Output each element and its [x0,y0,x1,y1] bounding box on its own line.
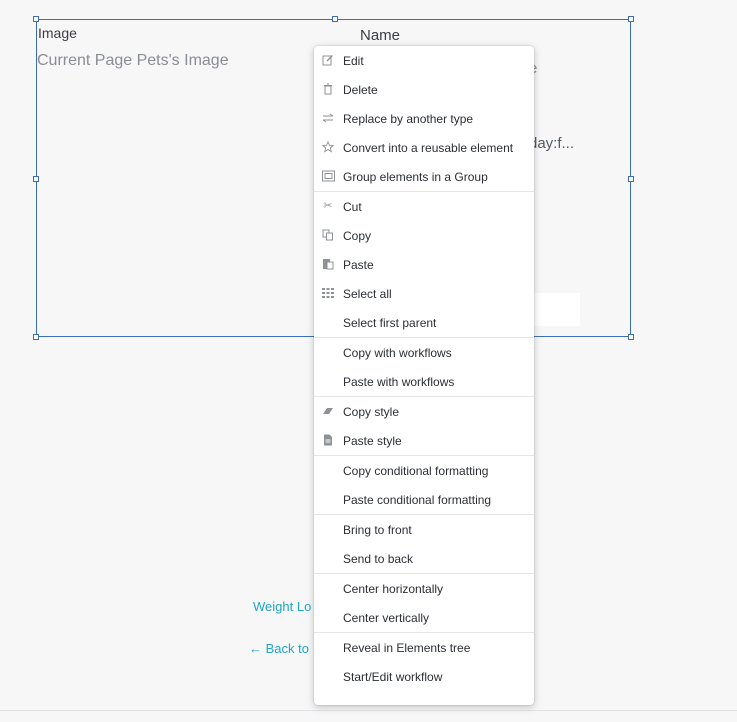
menu-item-send-to-back[interactable]: Send to back [314,544,534,573]
menu-item-label: Group elements in a Group [343,170,488,184]
trash-icon [322,83,334,95]
menu-item-cut[interactable]: ✂ Cut [314,192,534,221]
menu-item-label: Center horizontally [343,582,444,596]
menu-item-copy-with-workflows[interactable]: Copy with workflows [314,338,534,367]
menu-item-label: Convert into a reusable element [343,141,514,155]
paste-icon [322,258,334,270]
group-icon [322,170,335,182]
resize-handle-bottom-left[interactable] [33,334,39,340]
resize-handle-top-right[interactable] [628,16,634,22]
menu-item-label: Paste [343,258,374,272]
resize-handle-bottom-right[interactable] [628,334,634,340]
scissors-icon: ✂ [323,200,333,212]
bottom-divider [0,710,737,711]
menu-item-label: Copy with workflows [343,346,452,360]
menu-item-label: Paste conditional formatting [343,493,492,507]
menu-item-label: Edit [343,54,364,68]
menu-item-group-elements[interactable]: Group elements in a Group [314,162,534,191]
menu-item-copy-conditional[interactable]: Copy conditional formatting [314,456,534,485]
context-menu: Edit Delete Replace by another type Conv… [314,46,534,705]
grid-icon [322,287,334,299]
menu-item-start-edit-workflow[interactable]: Start/Edit workflow [314,662,534,691]
back-link[interactable]: ← Back to [249,641,309,656]
resize-handle-top-left[interactable] [33,16,39,22]
menu-item-label: Delete [343,83,378,97]
resize-handle-middle-right[interactable] [628,176,634,182]
menu-item-select-all[interactable]: Select all [314,279,534,308]
menu-item-center-horizontally[interactable]: Center horizontally [314,574,534,603]
menu-item-paste-with-workflows[interactable]: Paste with workflows [314,367,534,396]
menu-item-label: Send to back [343,552,414,566]
menu-item-copy-style[interactable]: Copy style [314,397,534,426]
menu-item-select-first-parent[interactable]: Select first parent [314,308,534,337]
copy-icon [322,229,334,241]
resize-handle-middle-left[interactable] [33,176,39,182]
resize-handle-top-center[interactable] [332,16,338,22]
menu-item-center-vertically[interactable]: Center vertically [314,603,534,632]
menu-item-label: Copy [343,229,372,243]
menu-item-label: Reveal in Elements tree [343,641,471,655]
menu-item-delete[interactable]: Delete [314,75,534,104]
menu-item-replace[interactable]: Replace by another type [314,104,534,133]
menu-item-label: Copy conditional formatting [343,464,489,478]
menu-item-label: Center vertically [343,611,430,625]
weight-link[interactable]: Weight Lo [253,599,311,614]
swap-icon [322,112,334,124]
menu-item-label: Cut [343,200,362,214]
menu-item-label: Select first parent [343,316,437,330]
menu-item-convert-reusable[interactable]: Convert into a reusable element [314,133,534,162]
menu-item-label: Bring to front [343,523,412,537]
menu-item-label: Copy style [343,405,400,419]
star-icon [322,141,334,153]
menu-item-paste[interactable]: Paste [314,250,534,279]
menu-item-label: Select all [343,287,392,301]
menu-item-label: Start/Edit workflow [343,670,443,684]
document-icon [322,434,334,446]
menu-item-paste-style[interactable]: Paste style [314,426,534,455]
menu-item-edit[interactable]: Edit [314,46,534,75]
menu-item-bring-to-front[interactable]: Bring to front [314,515,534,544]
menu-item-copy[interactable]: Copy [314,221,534,250]
menu-item-label: Replace by another type [343,112,474,126]
pencil-icon [322,54,334,66]
menu-item-paste-conditional[interactable]: Paste conditional formatting [314,485,534,514]
menu-item-reveal-in-tree[interactable]: Reveal in Elements tree [314,633,534,662]
menu-item-label: Paste style [343,434,402,448]
menu-item-label: Paste with workflows [343,375,455,389]
eraser-icon [322,405,334,417]
